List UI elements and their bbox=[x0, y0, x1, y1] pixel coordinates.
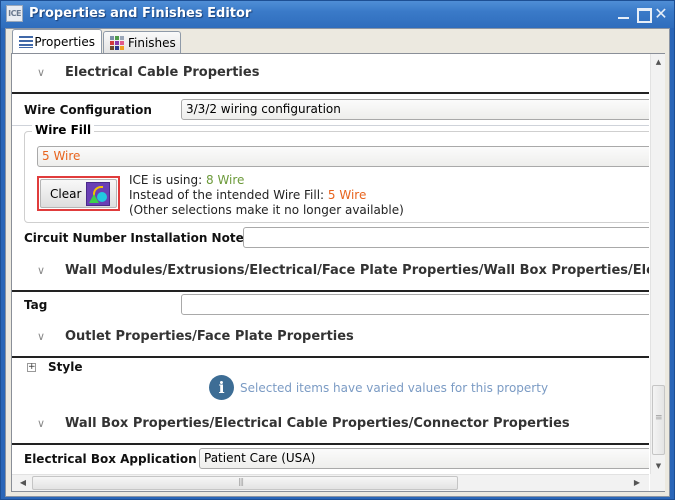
horizontal-scroll-thumb[interactable] bbox=[32, 476, 458, 490]
tab-properties[interactable]: Properties bbox=[12, 29, 102, 53]
scroll-left-icon[interactable]: ◀ bbox=[15, 475, 31, 491]
vertical-scrollbar[interactable]: ▲ ▼ bbox=[650, 54, 665, 474]
circuit-note-label: Circuit Number Installation Note bbox=[24, 231, 244, 245]
expand-style-icon[interactable]: + bbox=[27, 363, 36, 372]
window-client-area: Properties Finishes ∨ Electrical Cable P… bbox=[5, 28, 670, 497]
wire-configuration-select[interactable]: 3/3/2 wiring configuration bbox=[181, 99, 649, 120]
wire-configuration-label: Wire Configuration bbox=[24, 103, 152, 117]
scroll-right-icon[interactable]: ▶ bbox=[629, 475, 645, 491]
tab-properties-label: Properties bbox=[34, 34, 95, 49]
section-header-wall-box[interactable]: ∨ Wall Box Properties/Electrical Cable P… bbox=[12, 405, 649, 445]
chevron-down-icon[interactable]: ∨ bbox=[37, 417, 45, 430]
section-header-outlet-properties[interactable]: ∨ Outlet Properties/Face Plate Propertie… bbox=[12, 318, 649, 358]
properties-finishes-editor-window: ICE Properties and Finishes Editor ✕ Pro… bbox=[0, 0, 675, 500]
properties-panel: ∨ Electrical Cable Properties Wire Confi… bbox=[11, 53, 665, 492]
app-icon: ICE bbox=[6, 5, 23, 22]
info-icon: i bbox=[209, 375, 234, 400]
intended-wire-fill: 5 Wire bbox=[327, 188, 367, 202]
clear-button[interactable]: Clear bbox=[40, 179, 117, 208]
unavailable-message: (Other selections make it no longer avai… bbox=[129, 203, 404, 217]
reset-shapes-icon bbox=[86, 181, 111, 206]
chevron-down-icon[interactable]: ∨ bbox=[37, 66, 45, 79]
style-label: Style bbox=[48, 360, 83, 374]
minimize-button[interactable] bbox=[616, 6, 632, 22]
wire-fill-select[interactable]: 5 Wire bbox=[37, 146, 649, 167]
section-header-wall-modules[interactable]: ∨ Wall Modules/Extrusions/Electrical/Fac… bbox=[12, 252, 649, 292]
electrical-box-application-select[interactable]: Patient Care (USA) bbox=[199, 448, 649, 469]
section-title: Electrical Cable Properties bbox=[65, 65, 260, 80]
properties-scroll-content: ∨ Electrical Cable Properties Wire Confi… bbox=[12, 54, 649, 474]
scroll-down-icon[interactable]: ▼ bbox=[651, 458, 666, 474]
message-prefix: ICE is using: bbox=[129, 173, 206, 187]
ice-using-message: ICE is using: 8 Wire bbox=[129, 173, 244, 187]
scroll-up-icon[interactable]: ▲ bbox=[651, 54, 666, 70]
section-title: Wall Modules/Extrusions/Electrical/Face … bbox=[65, 263, 649, 278]
color-grid-icon bbox=[110, 36, 124, 50]
close-button[interactable]: ✕ bbox=[653, 6, 669, 22]
row-divider bbox=[12, 125, 649, 126]
vertical-scroll-thumb[interactable] bbox=[652, 385, 665, 455]
section-title: Outlet Properties/Face Plate Properties bbox=[65, 329, 354, 344]
tag-input[interactable] bbox=[181, 294, 649, 315]
list-icon bbox=[19, 35, 33, 48]
section-header-electrical-cable[interactable]: ∨ Electrical Cable Properties bbox=[12, 54, 649, 94]
intended-message: Instead of the intended Wire Fill: 5 Wir… bbox=[129, 188, 366, 202]
tab-finishes[interactable]: Finishes bbox=[103, 31, 181, 53]
wire-fill-label: Wire Fill bbox=[32, 123, 95, 137]
electrical-box-application-label: Electrical Box Application bbox=[24, 452, 197, 466]
actual-wire-fill: 8 Wire bbox=[206, 173, 245, 187]
scrollbar-corner bbox=[650, 474, 665, 491]
horizontal-scrollbar[interactable]: ◀ ▶ bbox=[12, 474, 649, 491]
chevron-down-icon[interactable]: ∨ bbox=[37, 330, 45, 343]
chevron-down-icon[interactable]: ∨ bbox=[37, 264, 45, 277]
tab-finishes-label: Finishes bbox=[128, 35, 176, 50]
maximize-button[interactable] bbox=[635, 6, 652, 23]
clear-button-label: Clear bbox=[50, 186, 82, 201]
circuit-note-input[interactable] bbox=[243, 227, 649, 248]
title-bar[interactable]: ICE Properties and Finishes Editor ✕ bbox=[1, 1, 674, 28]
tag-label: Tag bbox=[24, 298, 48, 312]
window-title: Properties and Finishes Editor bbox=[29, 6, 252, 21]
message-prefix: Instead of the intended Wire Fill: bbox=[129, 188, 328, 202]
section-title: Wall Box Properties/Electrical Cable Pro… bbox=[65, 416, 570, 431]
varied-values-message: Selected items have varied values for th… bbox=[240, 381, 549, 395]
clear-button-highlight: Clear bbox=[37, 176, 120, 211]
